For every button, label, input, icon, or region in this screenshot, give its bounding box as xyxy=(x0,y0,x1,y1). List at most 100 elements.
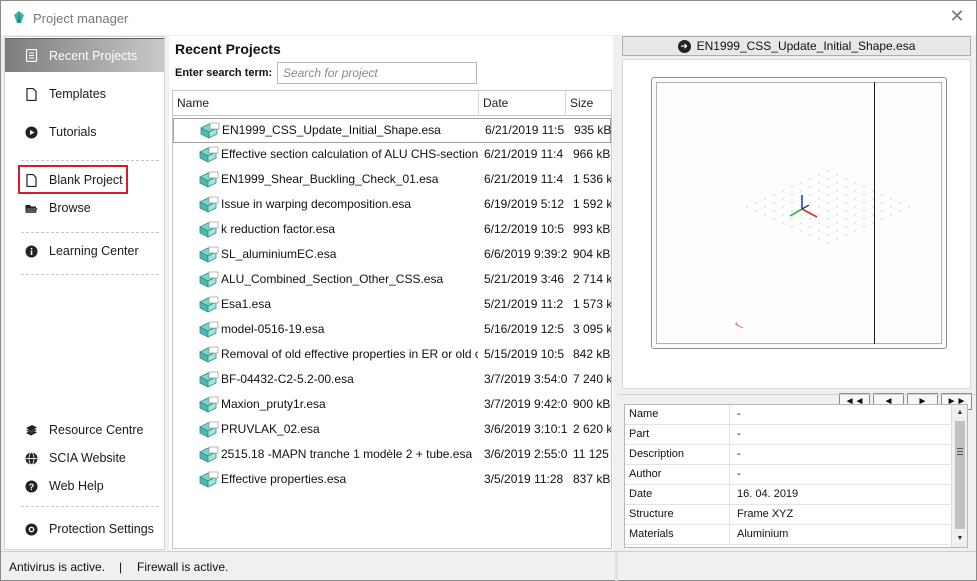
sidebar-item-label: Web Help xyxy=(49,479,104,493)
project-name: SL_aluminiumEC.esa xyxy=(221,247,337,261)
scroll-thumb[interactable] xyxy=(955,421,965,529)
project-date: 6/12/2019 10:5 xyxy=(484,222,565,236)
project-size: 993 kB xyxy=(573,222,611,236)
project-size: 904 kB xyxy=(573,247,611,261)
sidebar-item-tutorials[interactable]: Tutorials xyxy=(5,115,164,149)
project-size: 842 kB xyxy=(573,347,611,361)
esa-file-icon xyxy=(199,171,219,188)
sidebar-item-templates[interactable]: Templates xyxy=(5,77,164,111)
column-header-name[interactable]: Name xyxy=(173,91,479,116)
table-row[interactable]: EN1999_CSS_Update_Initial_Shape.esa 6/21/… xyxy=(173,118,611,143)
property-row: Part - xyxy=(625,425,950,445)
esa-file-icon xyxy=(199,271,219,288)
open-project-label: EN1999_CSS_Update_Initial_Shape.esa xyxy=(696,39,916,53)
sidebar-item-protection-settings[interactable]: Protection Settings xyxy=(5,512,164,546)
esa-file-icon xyxy=(199,471,219,488)
close-icon[interactable]: ✕ xyxy=(949,7,965,25)
property-value: - xyxy=(737,468,741,480)
table-row[interactable]: 2515.18 -MAPN tranche 1 modèle 2 + tube.… xyxy=(173,443,611,468)
project-size: 1 536 kB xyxy=(573,172,611,186)
scroll-down-icon[interactable]: ▼ xyxy=(952,532,967,546)
sidebar-item-learning-center[interactable]: Learning Center xyxy=(5,234,164,268)
preview-frame: ◄◄ ◄ ► ►► xyxy=(622,59,972,410)
project-date: 6/21/2019 11:4 xyxy=(484,147,564,161)
property-key: Materials xyxy=(625,525,730,544)
property-key: Name xyxy=(625,405,730,424)
recent-projects-panel: Recent Projects Enter search term: Name … xyxy=(169,36,613,550)
sidebar-item-recent-projects[interactable]: Recent Projects xyxy=(5,38,164,72)
table-row[interactable]: Effective properties.esa 3/5/2019 11:28 83… xyxy=(173,468,611,493)
table-row[interactable]: Effective section calculation of ALU CHS… xyxy=(173,143,611,168)
project-size: 935 kB xyxy=(574,123,612,137)
project-date: 3/7/2019 9:42:0 xyxy=(484,397,568,411)
table-row[interactable]: Removal of old effective properties in E… xyxy=(173,343,611,368)
properties-scrollbar[interactable]: ▲ ▼ xyxy=(951,405,967,547)
sidebar-item-label: Protection Settings xyxy=(49,522,154,536)
sidebar-item-label: Templates xyxy=(49,87,106,101)
status-bar: Antivirus is active. | Firewall is activ… xyxy=(1,551,976,581)
property-value: - xyxy=(737,448,741,460)
table-row[interactable]: k reduction factor.esa 6/12/2019 10:5 993 … xyxy=(173,218,611,243)
property-row: Description - xyxy=(625,445,950,465)
project-size: 2 714 kB xyxy=(573,272,611,286)
project-name: Removal of old effective properties in E… xyxy=(221,347,478,361)
project-size: 966 kB xyxy=(573,147,611,161)
project-size: 1 592 kB xyxy=(573,197,611,211)
project-date: 5/15/2019 10:5 xyxy=(484,347,565,361)
sidebar-item-web-help[interactable]: ? Web Help xyxy=(5,469,164,503)
project-date: 5/21/2019 3:46 xyxy=(484,272,565,286)
project-date: 6/6/2019 9:39:2 xyxy=(484,247,568,261)
table-row[interactable]: EN1999_Shear_Buckling_Check_01.esa 6/21/2… xyxy=(173,168,611,193)
sidebar-item-label: SCIA Website xyxy=(49,451,126,465)
preview-canvas xyxy=(656,82,942,344)
table-row[interactable]: PRUVLAK_02.esa 3/6/2019 3:10:1 2 620 kB xyxy=(173,418,611,443)
table-row[interactable]: SL_aluminiumEC.esa 6/6/2019 9:39:2 904 kB xyxy=(173,243,611,268)
table-row[interactable]: BF-04432-C2-5.2-00.esa 3/7/2019 3:54:0 7 2… xyxy=(173,368,611,393)
table-row[interactable]: Issue in warping decomposition.esa 6/19/2… xyxy=(173,193,611,218)
project-size: 900 kB xyxy=(573,397,611,411)
project-name: PRUVLAK_02.esa xyxy=(221,422,320,436)
table-row[interactable]: model-0516-19.esa 5/16/2019 12:5 3 095 kB xyxy=(173,318,611,343)
project-size: 7 240 kB xyxy=(573,372,611,386)
sidebar-item-label: Recent Projects xyxy=(49,48,138,63)
table-row[interactable]: ALU_Combined_Section_Other_CSS.esa 5/21/2… xyxy=(173,268,611,293)
esa-file-icon xyxy=(199,446,219,463)
esa-file-icon xyxy=(199,371,219,388)
sidebar-item-browse[interactable]: Browse xyxy=(5,191,164,225)
property-row: Date 16. 04. 2019 xyxy=(625,485,950,505)
property-row: Materials Aluminium xyxy=(625,525,950,545)
search-input[interactable] xyxy=(277,62,477,84)
open-project-button[interactable]: ➜ EN1999_CSS_Update_Initial_Shape.esa xyxy=(622,36,971,56)
scroll-up-icon[interactable]: ▲ xyxy=(952,406,967,420)
window-title: Project manager xyxy=(33,11,129,26)
sidebar-item-label: Browse xyxy=(49,201,91,215)
project-name: Esa1.esa xyxy=(221,297,272,311)
highlight-annotation xyxy=(18,165,128,194)
separator xyxy=(21,160,159,161)
document-list-icon xyxy=(25,49,38,62)
separator xyxy=(21,506,159,507)
property-key: Date xyxy=(625,485,730,504)
column-header-size[interactable]: Size xyxy=(566,91,611,116)
esa-file-icon xyxy=(199,246,219,263)
gear-icon xyxy=(25,523,38,535)
table-row[interactable]: Maxion_pruty1r.esa 3/7/2019 9:42:0 900 kB xyxy=(173,393,611,418)
esa-file-icon xyxy=(199,346,219,363)
folder-open-icon xyxy=(25,204,38,213)
globe-icon xyxy=(25,451,38,465)
document-icon xyxy=(26,87,37,101)
sidebar: Recent Projects Templates Tutorials Blan… xyxy=(4,36,165,550)
arrow-right-circle-icon: ➜ xyxy=(677,39,691,53)
column-header-date[interactable]: Date xyxy=(479,91,566,116)
project-name: EN1999_Shear_Buckling_Check_01.esa xyxy=(221,172,439,186)
sidebar-item-label: Resource Centre xyxy=(49,423,144,437)
table-header: Name Date Size xyxy=(173,91,611,116)
project-size: 1 573 kB xyxy=(573,297,611,311)
books-icon xyxy=(26,424,37,435)
project-table: Name Date Size EN1999_CSS_Update_Initial… xyxy=(172,90,612,549)
table-row[interactable]: Esa1.esa 5/21/2019 11:2 1 573 kB xyxy=(173,293,611,318)
splitter[interactable] xyxy=(615,552,618,581)
property-value: Aluminium xyxy=(737,528,789,540)
model-preview xyxy=(651,77,947,349)
esa-file-icon xyxy=(199,396,219,413)
